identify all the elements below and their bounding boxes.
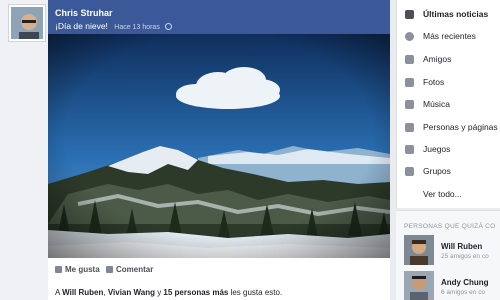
menu-item-pages[interactable]: Personas y páginas [397, 116, 500, 138]
menu-item-recent[interactable]: Más recientes [397, 25, 500, 47]
post-photo[interactable] [48, 34, 390, 258]
people-section-title: PERSONAS QUE QUIZÁ CO [404, 223, 496, 230]
liker-name[interactable]: Will Ruben [62, 288, 103, 297]
thumbs-up-icon [55, 266, 62, 273]
likes-summary: A Will Ruben, Vivian Wang y 15 personas … [55, 288, 282, 297]
person-name[interactable]: Will Ruben [441, 242, 482, 251]
menu-item-friends[interactable]: Amigos [397, 48, 500, 70]
menu-item-see-all[interactable]: Ver todo... [397, 183, 500, 205]
liker-name[interactable]: Vivian Wang [108, 288, 155, 297]
menu-item-groups[interactable]: Grupos [397, 160, 500, 182]
menu-item-label: Grupos [423, 166, 451, 176]
globe-icon [165, 23, 173, 30]
mutual-friends: 6 amigos en co [441, 289, 486, 296]
left-rail [0, 0, 48, 300]
person-name[interactable]: Andy Chung [441, 278, 489, 287]
menu-item-label: Música [423, 99, 450, 109]
post-status-text: ¡Día de nieve! [55, 21, 108, 31]
games-icon [405, 144, 414, 154]
comment-button[interactable]: Comentar [106, 265, 153, 274]
person-avatar[interactable] [404, 235, 434, 265]
profile-avatar[interactable] [9, 5, 45, 41]
news-feed-post: Chris Struhar ¡Día de nieve! Hace 13 hor… [48, 0, 390, 300]
comment-icon [106, 266, 113, 273]
menu-item-label: Últimas noticias [423, 9, 489, 19]
menu-item-news[interactable]: Últimas noticias [397, 3, 500, 25]
music-icon [405, 99, 414, 109]
menu-item-label: Ver todo... [423, 189, 462, 199]
post-author-name[interactable]: Chris Struhar [55, 8, 113, 18]
person-suggestion[interactable]: Andy Chung 6 amigos en co [404, 271, 500, 300]
person-avatar[interactable] [404, 271, 434, 300]
menu-item-games[interactable]: Juegos [397, 138, 500, 160]
menu-item-label: Juegos [423, 144, 451, 154]
friends-icon [405, 54, 414, 64]
menu-item-music[interactable]: Música [397, 93, 500, 115]
pages-icon [405, 122, 414, 132]
like-button[interactable]: Me gusta [55, 265, 100, 274]
clock-icon [405, 31, 414, 41]
likes-suffix: les gusta esto. [228, 288, 283, 297]
post-actions: Me gusta Comentar [48, 260, 390, 278]
people-you-may-know: PERSONAS QUE QUIZÁ CO Will Ruben 25 amig… [396, 210, 500, 300]
news-icon [405, 9, 414, 19]
post-header: Chris Struhar ¡Día de nieve! Hace 13 hor… [48, 0, 390, 34]
like-label: Me gusta [65, 265, 100, 274]
menu-item-photos[interactable]: Fotos [397, 71, 500, 93]
post-status: ¡Día de nieve! Hace 13 horas [55, 21, 173, 31]
comment-label: Comentar [116, 265, 154, 274]
groups-icon [405, 166, 414, 176]
person-suggestion[interactable]: Will Ruben 25 amigos en co [404, 235, 500, 267]
side-menu: Últimas noticias Más recientes Amigos Fo… [396, 0, 500, 208]
menu-item-label: Amigos [423, 54, 452, 64]
menu-item-label: Más recientes [423, 31, 476, 41]
likes-more-link[interactable]: 15 personas más [163, 288, 228, 297]
mutual-friends: 25 amigos en co [441, 253, 489, 260]
menu-item-label: Personas y páginas [423, 122, 498, 132]
photos-icon [405, 77, 414, 87]
post-timestamp[interactable]: Hace 13 horas [114, 24, 160, 31]
menu-item-label: Fotos [423, 77, 445, 87]
